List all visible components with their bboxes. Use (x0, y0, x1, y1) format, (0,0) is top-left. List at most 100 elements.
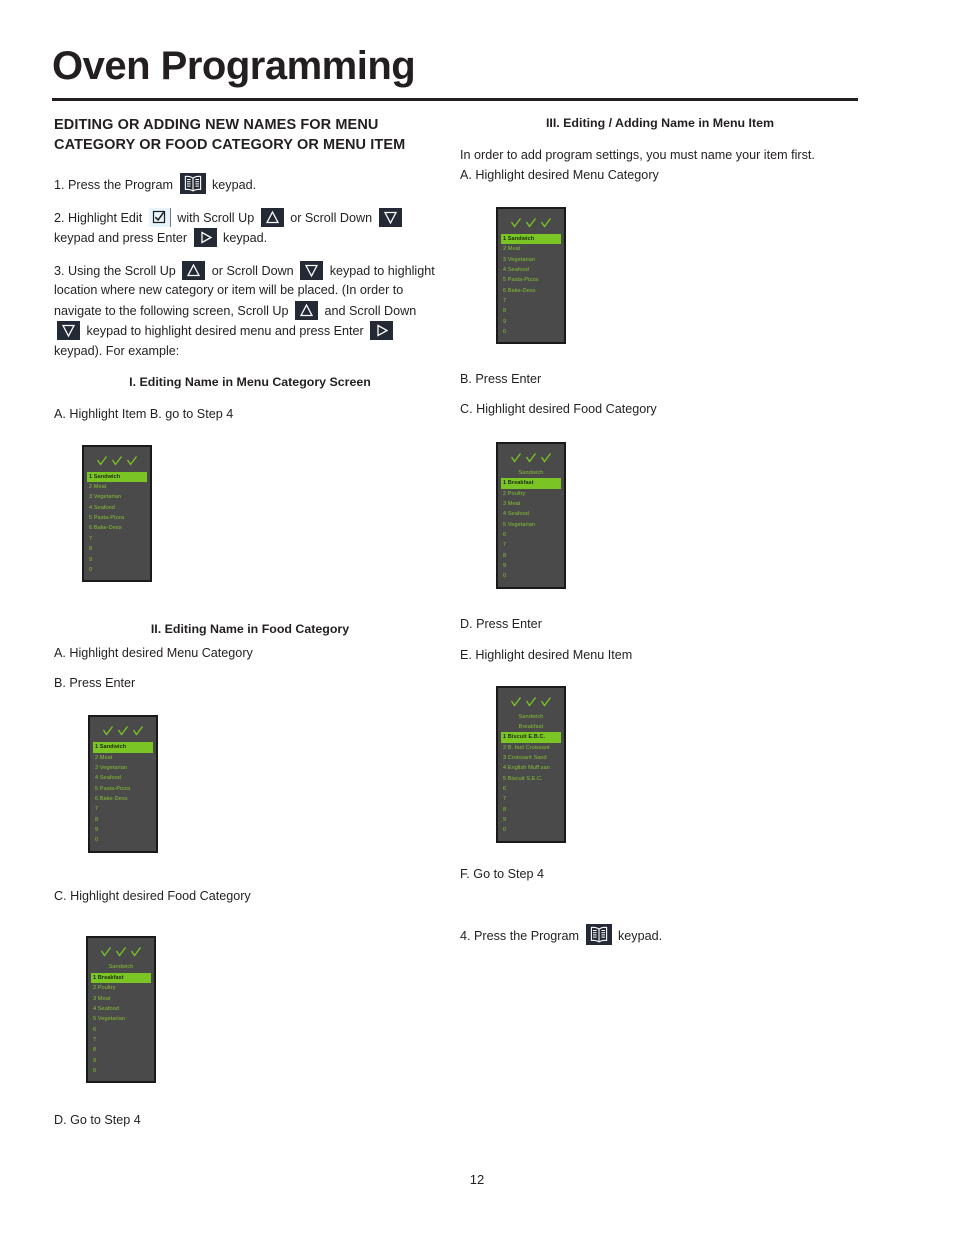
step-2-text-c: or Scroll Down (290, 210, 373, 225)
lcd-row[interactable]: 6 (91, 1025, 151, 1035)
lcd-row[interactable]: 8 (501, 805, 561, 815)
lcd-row[interactable]: 8 (501, 306, 561, 316)
scroll-down-triangle-icon[interactable] (300, 260, 324, 280)
lcd-row[interactable]: 7 (501, 794, 561, 804)
lcd-row-selected[interactable]: 1 Breakfast (91, 972, 151, 984)
lcd-row[interactable]: 3 Vegetarian (93, 763, 153, 773)
lcd-row[interactable]: 9 (87, 555, 147, 565)
lcd-row-selected[interactable]: 1 Biscuit E.B.C. (501, 732, 561, 743)
lcd-row[interactable]: 3 Croissant Sand (501, 753, 561, 763)
lcd-row[interactable]: 9 (501, 815, 561, 825)
lcd-row[interactable]: 2 Meat (93, 753, 153, 763)
lcd-row[interactable]: 8 (87, 544, 147, 554)
program-book-icon[interactable] (585, 924, 612, 946)
lcd-row[interactable]: 5 Vegetarian (501, 520, 561, 530)
step-4: 4. Press the Program keypad. (460, 924, 860, 947)
program-book-icon[interactable] (179, 173, 206, 195)
scroll-up-triangle-icon[interactable] (295, 300, 319, 320)
lcd-row[interactable]: 5 Pasta-Pizza (93, 784, 153, 794)
subsection-3-step-c: C. Highlight desired Food Category (460, 401, 657, 416)
lcd-row[interactable]: 0 (91, 1066, 151, 1076)
checkmark-icon (102, 725, 114, 737)
lcd-row[interactable]: 3 Meat (91, 994, 151, 1004)
lcd-row[interactable]: 2 Meat (501, 244, 561, 254)
lcd-row[interactable]: 0 (93, 835, 153, 845)
lcd-row[interactable]: 7 (87, 534, 147, 544)
checkmark-icon (115, 946, 127, 958)
lcd-row[interactable]: 5 Vegetarian (91, 1014, 151, 1024)
lcd-row[interactable]: 8 (501, 551, 561, 561)
lcd-row[interactable]: 4 Seafood (93, 773, 153, 783)
subsection-3-intro: In order to add program settings, you mu… (460, 148, 815, 162)
lcd-row[interactable]: 3 Meat (501, 499, 561, 509)
checkmark-icon (540, 696, 552, 708)
lcd-row[interactable]: 5 Pasta-Pizza (501, 275, 561, 285)
page-number: 12 (469, 1172, 485, 1187)
lcd-row[interactable]: 0 (501, 825, 561, 835)
lcd-row[interactable]: 2 Meat (87, 482, 147, 492)
enter-triangle-icon[interactable] (370, 321, 394, 341)
lcd-row[interactable]: 9 (501, 561, 561, 571)
lcd-row[interactable]: 7 (93, 804, 153, 814)
lcd-row[interactable]: 4 English Muff san (501, 763, 561, 773)
lcd-row[interactable]: 7 (501, 296, 561, 306)
lcd-row[interactable]: 0 (87, 565, 147, 575)
step-4-text-b: keypad. (618, 929, 663, 944)
subsection-3-heading: III. Editing / Adding Name in Menu Item (545, 116, 775, 130)
edit-checkbox-icon[interactable] (148, 207, 171, 227)
lcd-row[interactable]: 4 Seafood (501, 509, 561, 519)
lcd-row[interactable]: 0 (501, 327, 561, 337)
enter-triangle-icon[interactable] (193, 228, 217, 248)
lcd-row[interactable]: 7 (501, 540, 561, 550)
document-page: Oven Programming EDITING OR ADDING NEW N… (0, 0, 954, 1235)
step-2-text-d: keypad and press Enter (54, 231, 188, 246)
lcd-row-selected[interactable]: 1 Sandwich (93, 742, 153, 753)
lcd-row[interactable]: 8 (91, 1045, 151, 1055)
scroll-down-triangle-icon[interactable] (378, 207, 402, 227)
screen-menu-category-3-wrap: 1 Sandwich 2 Meat 3 Vegetarian 4 Seafood 5 P… (496, 207, 860, 345)
scroll-up-triangle-icon[interactable] (260, 207, 284, 227)
lcd-row-selected[interactable]: 1 Sandwich (87, 471, 147, 483)
screen-menu-category-2-wrap: 1 Sandwich 2 Meat 3 Vegetarian 4 Seafood 5 P… (88, 715, 446, 853)
step-1-text-a: 1. Press the Program (54, 178, 173, 193)
scroll-up-triangle-icon[interactable] (182, 260, 206, 280)
lcd-row[interactable]: 0 (501, 571, 561, 581)
step-2-text-b: with Scroll Up (177, 210, 255, 225)
lcd-row[interactable]: 9 (91, 1056, 151, 1066)
lcd-row[interactable]: 2 Poultry (91, 983, 151, 993)
lcd-row[interactable]: 9 (501, 317, 561, 327)
lcd-row[interactable]: 5 Pasta-Pizza (87, 513, 147, 523)
lcd-checkmark-row (93, 723, 153, 742)
lcd-screen-food-category-2: Sandwich 1 Breakfast 2 Poultry 3 Meat 4 Seaf… (496, 441, 566, 589)
lcd-breadcrumb-line: Sandwich (108, 964, 134, 971)
lcd-row[interactable]: 3 Vegetarian (501, 255, 561, 265)
lcd-row[interactable]: 5 Biscuit S.E.C. (501, 774, 561, 784)
lcd-row[interactable]: 4 Seafood (501, 265, 561, 275)
lcd-row[interactable]: 6 Bake-Dess (93, 794, 153, 804)
lcd-row[interactable]: 2 B. fast Croissant (501, 743, 561, 753)
subsection-2-step-c: C. Highlight desired Food Category (54, 888, 251, 903)
lcd-row[interactable]: 2 Poultry (501, 489, 561, 499)
lcd-row[interactable]: 6 (501, 784, 561, 794)
lcd-row[interactable]: 9 (93, 825, 153, 835)
title-divider (52, 98, 858, 101)
lcd-row[interactable]: 7 (91, 1035, 151, 1045)
subsection-3-step-f: F. Go to Step 4 (460, 866, 545, 881)
lcd-checkmark-row (91, 944, 151, 963)
lcd-row-selected[interactable]: 1 Sandwich (501, 234, 561, 245)
lcd-row[interactable]: 4 Seafood (91, 1004, 151, 1014)
subsection-3-step-a: A. Highlight desired Menu Category (460, 167, 659, 182)
lcd-row[interactable]: 6 Bake-Dess (501, 286, 561, 296)
subsection-1-heading: I. Editing Name in Menu Category Screen (129, 375, 371, 390)
lcd-row[interactable]: 6 Bake-Dess (87, 523, 147, 533)
lcd-row[interactable]: 3 Vegetarian (87, 492, 147, 502)
lcd-row[interactable]: 4 Seafood (87, 503, 147, 513)
scroll-down-triangle-icon[interactable] (57, 321, 80, 341)
section-heading: EDITING OR ADDING NEW NAMES FOR MENU CAT… (54, 117, 406, 153)
lcd-row[interactable]: 6 (501, 530, 561, 540)
screen-food-category-1-wrap: Sandwich 1 Breakfast 2 Poultry 3 Meat 4 Seaf… (86, 936, 446, 1084)
lcd-row-selected[interactable]: 1 Breakfast (501, 478, 561, 489)
lcd-row[interactable]: 8 (93, 815, 153, 825)
checkmark-icon (540, 217, 552, 229)
lcd-screen-menu-category-1: 1 Sandwich 2 Meat 3 Vegetarian 4 Seafood 5 P… (82, 444, 152, 583)
